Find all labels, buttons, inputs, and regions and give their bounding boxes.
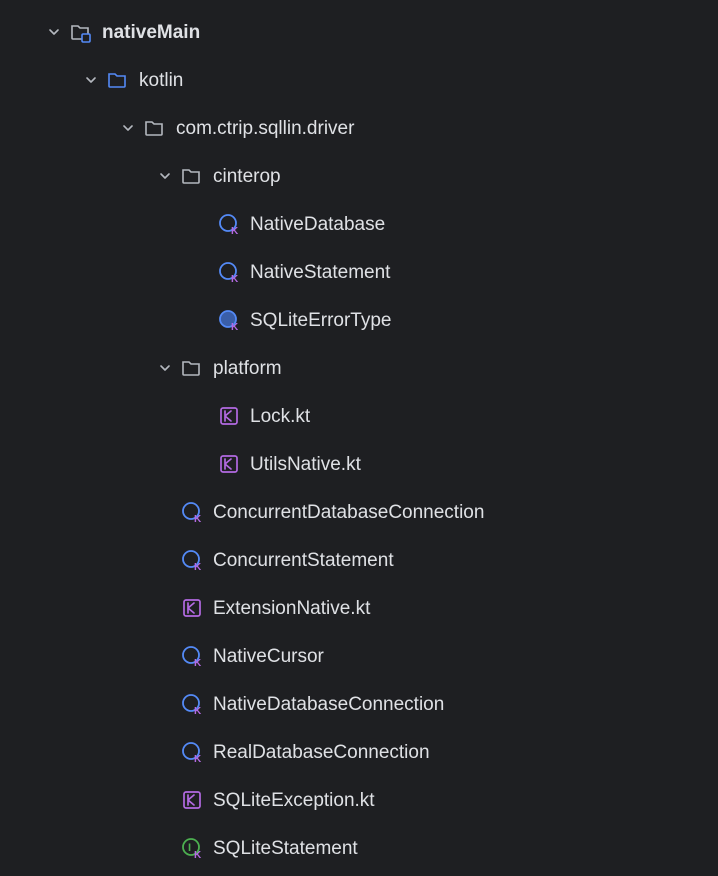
kotlin-class-icon [181, 741, 203, 763]
tree-item-label: nativeMain [102, 23, 200, 42]
tree-item-label: kotlin [139, 71, 183, 90]
kotlin-interface-icon [181, 837, 203, 859]
tree-item-label: NativeStatement [250, 263, 390, 282]
tree-item[interactable]: ConcurrentDatabaseConnection [0, 488, 718, 536]
tree-item-label: cinterop [213, 167, 281, 186]
folder-icon [181, 165, 203, 187]
tree-item[interactable]: RealDatabaseConnection [0, 728, 718, 776]
tree-item[interactable]: kotlin [0, 56, 718, 104]
tree-item-label: com.ctrip.sqllin.driver [176, 119, 354, 138]
tree-item[interactable]: NativeDatabase [0, 200, 718, 248]
kotlin-enum-icon [218, 309, 240, 331]
tree-item[interactable]: NativeDatabaseConnection [0, 680, 718, 728]
tree-item-label: ConcurrentDatabaseConnection [213, 503, 484, 522]
kotlin-class-icon [181, 693, 203, 715]
folder-icon [144, 117, 166, 139]
tree-item-label: NativeCursor [213, 647, 324, 666]
tree-item[interactable]: SQLiteErrorType [0, 296, 718, 344]
chevron-down-icon[interactable] [81, 70, 101, 90]
tree-item[interactable]: NativeCursor [0, 632, 718, 680]
tree-item-label: UtilsNative.kt [250, 455, 361, 474]
tree-item-label: NativeDatabaseConnection [213, 695, 444, 714]
tree-item[interactable]: cinterop [0, 152, 718, 200]
tree-item[interactable]: platform [0, 344, 718, 392]
tree-item[interactable]: ExtensionNative.kt [0, 584, 718, 632]
kotlin-file-icon [181, 789, 203, 811]
chevron-down-icon[interactable] [155, 166, 175, 186]
tree-item[interactable]: UtilsNative.kt [0, 440, 718, 488]
kotlin-file-icon [181, 597, 203, 619]
tree-item[interactable]: nativeMain [0, 8, 718, 56]
folder-icon [181, 357, 203, 379]
tree-item-label: NativeDatabase [250, 215, 385, 234]
tree-item-label: Lock.kt [250, 407, 310, 426]
kotlin-class-icon [181, 645, 203, 667]
kotlin-class-icon [218, 261, 240, 283]
tree-item-label: ConcurrentStatement [213, 551, 394, 570]
tree-item-label: SQLiteStatement [213, 839, 358, 858]
tree-item[interactable]: Lock.kt [0, 392, 718, 440]
tree-item[interactable]: ConcurrentStatement [0, 536, 718, 584]
tree-item-label: platform [213, 359, 282, 378]
tree-item-label: SQLiteErrorType [250, 311, 392, 330]
kotlin-class-icon [181, 501, 203, 523]
chevron-down-icon[interactable] [155, 358, 175, 378]
chevron-down-icon[interactable] [118, 118, 138, 138]
tree-item-label: RealDatabaseConnection [213, 743, 430, 762]
tree-item[interactable]: NativeStatement [0, 248, 718, 296]
tree-item-label: ExtensionNative.kt [213, 599, 370, 618]
chevron-down-icon[interactable] [44, 22, 64, 42]
tree-item-label: SQLiteException.kt [213, 791, 375, 810]
kotlin-class-icon [181, 549, 203, 571]
kotlin-class-icon [218, 213, 240, 235]
tree-item[interactable]: SQLiteException.kt [0, 776, 718, 824]
module-folder-icon [70, 21, 92, 43]
tree-item[interactable]: SQLiteStatement [0, 824, 718, 872]
kotlin-file-icon [218, 405, 240, 427]
source-folder-icon [107, 69, 129, 91]
project-tree: nativeMain kotlin com.ctrip.sqllin.driver c… [0, 8, 718, 872]
kotlin-file-icon [218, 453, 240, 475]
tree-item[interactable]: com.ctrip.sqllin.driver [0, 104, 718, 152]
